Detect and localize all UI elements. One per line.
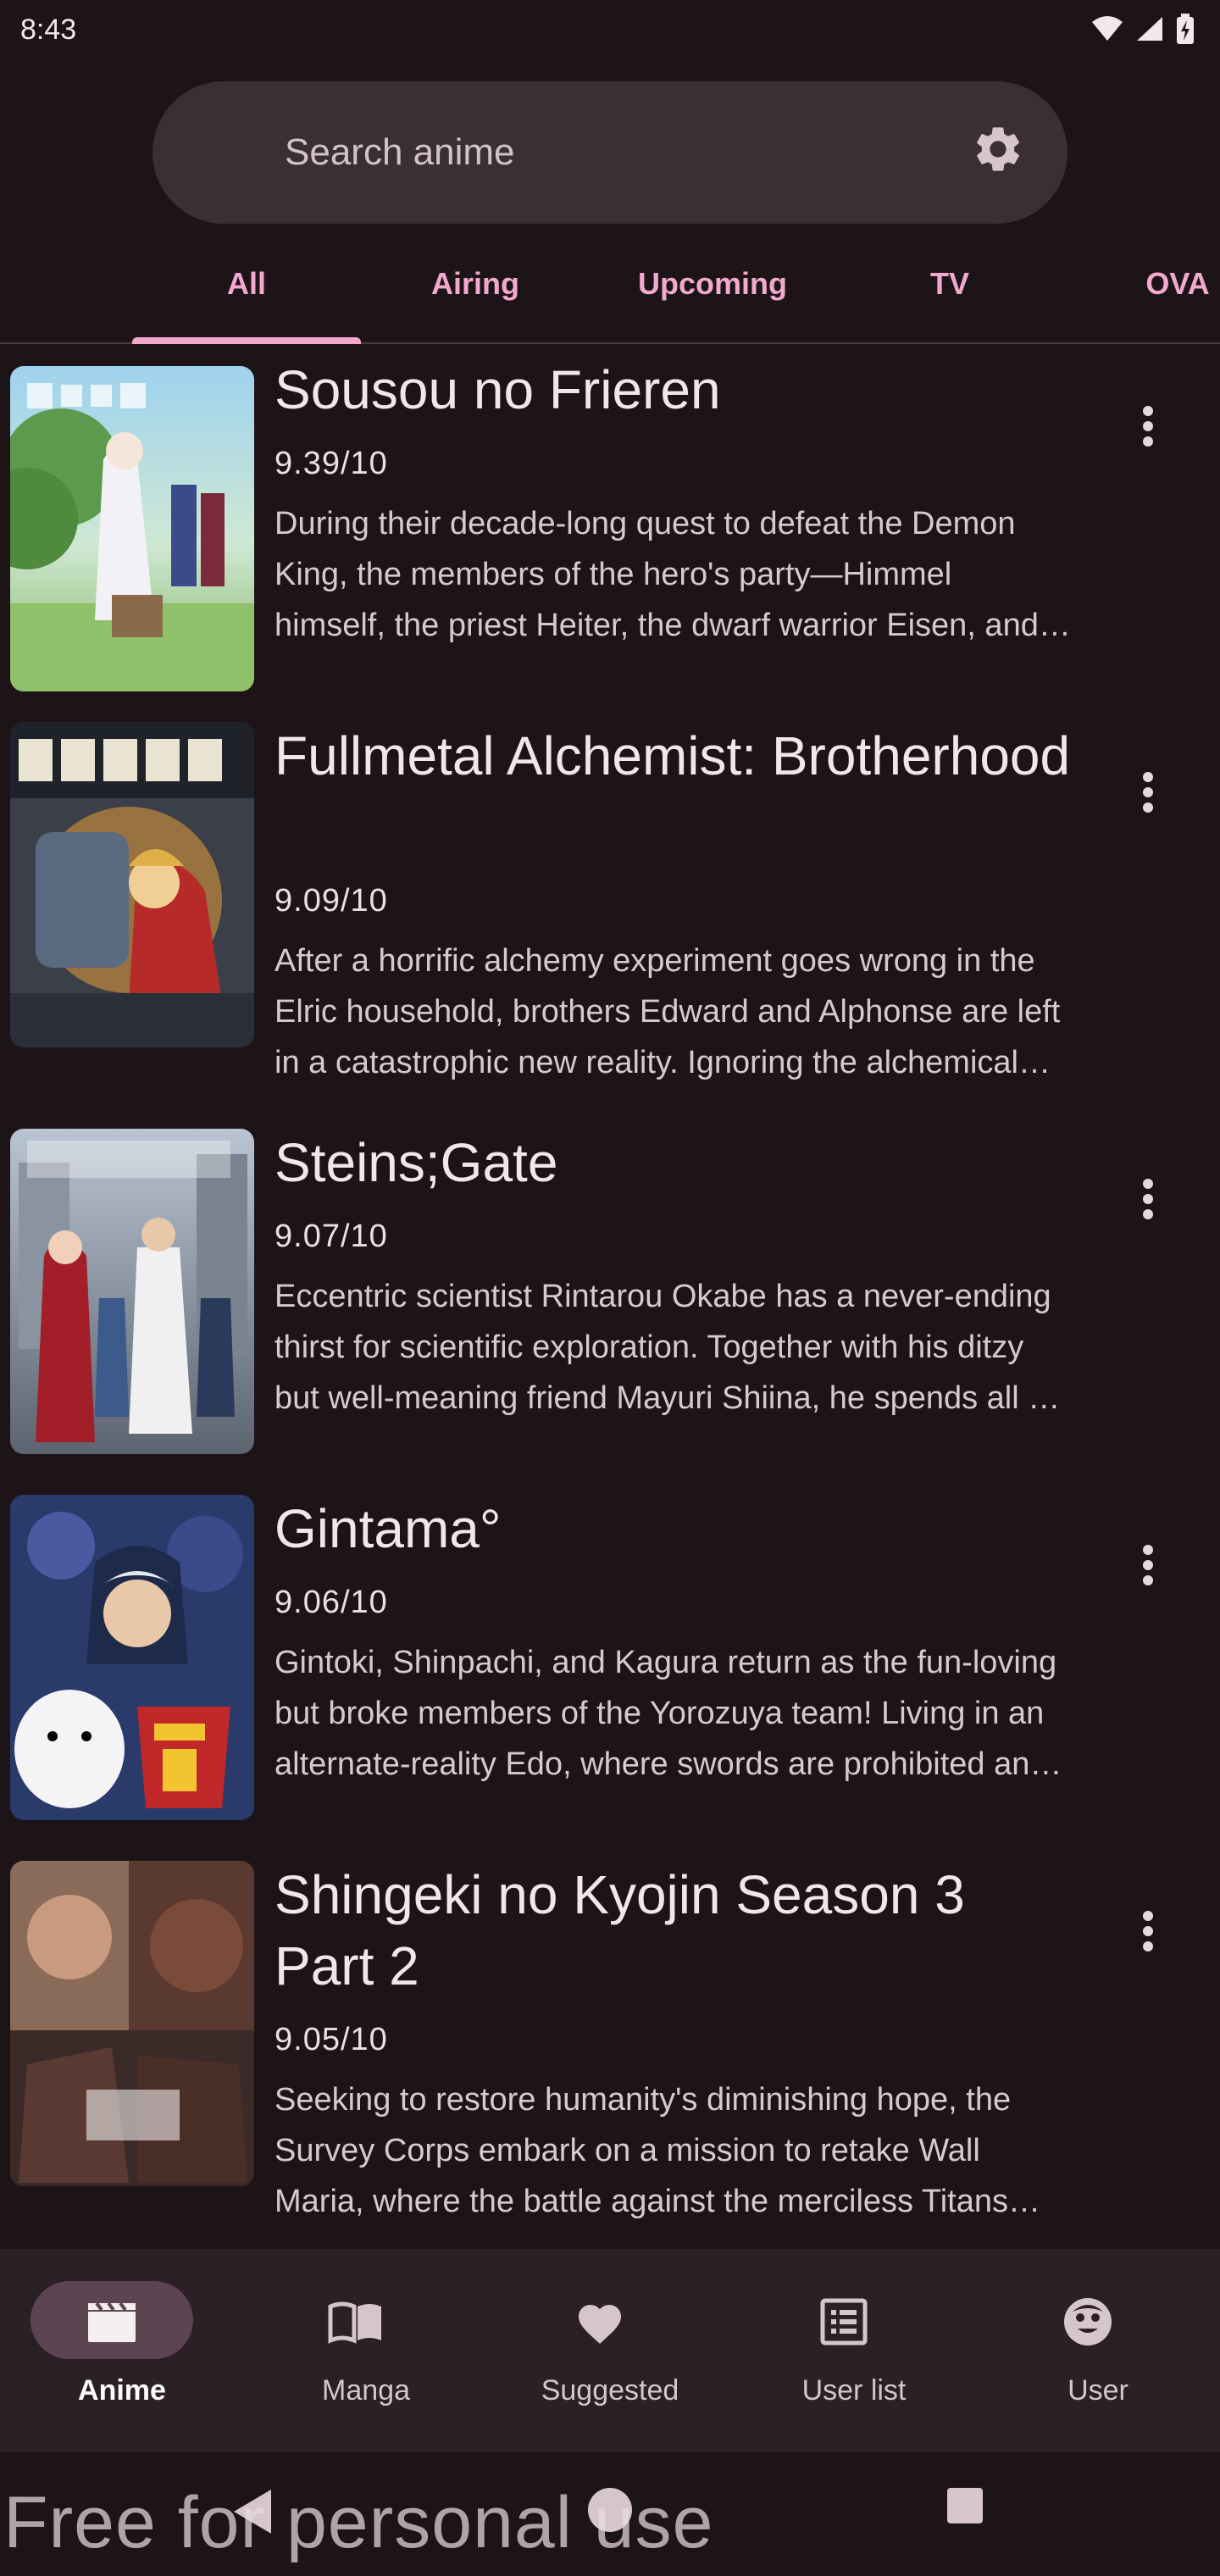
more-options-button[interactable] [1118,764,1178,824]
anime-cover-image[interactable] [10,1861,254,2186]
anime-title[interactable]: Shingeki no Kyojin Season 3 Part 2 [274,1859,1071,2001]
anime-list[interactable]: Sousou no Frieren 9.39/10 During their d… [0,346,1220,2249]
anime-score: 9.05/10 [274,2022,388,2057]
more-options-button[interactable] [1118,1537,1178,1596]
anime-list-item[interactable]: Steins;Gate 9.07/10 Eccentric scientist … [0,1129,1220,1495]
more-options-button[interactable] [1118,398,1178,458]
search-input[interactable] [285,81,929,224]
clapperboard-icon [81,2291,142,2352]
watermark-text: Free for personal use [3,2482,714,2563]
tab-all[interactable]: All [132,246,361,344]
anime-synopsis: Eccentric scientist Rintarou Okabe has a… [274,1279,1069,1416]
book-icon [325,2291,386,2352]
anime-title[interactable]: Steins;Gate [274,1127,1071,1198]
anime-synopsis: Seeking to restore humanity's diminishin… [274,2082,1012,2219]
tab-airing[interactable]: Airing [361,246,590,344]
tab-active-indicator [132,337,361,344]
gear-icon [971,122,1025,180]
anime-cover-image[interactable] [10,366,254,691]
more-vertical-icon [1141,770,1155,819]
anime-list-item[interactable]: Fullmetal Alchemist: Brotherhood 9.09/10… [0,722,1220,1129]
anime-score: 9.06/10 [274,1585,388,1620]
anime-cover-image[interactable] [10,1495,254,1820]
more-options-button[interactable] [1118,1171,1178,1230]
anime-score: 9.07/10 [274,1219,388,1254]
more-options-button[interactable] [1118,1903,1178,1963]
anime-synopsis: Gintoki, Shinpachi, and Kagura return as… [274,1645,1057,1782]
signal-icon [1135,15,1164,42]
anime-synopsis: After a horrific alchemy experiment goes… [274,943,1061,1080]
anime-list-item[interactable]: Gintama° 9.06/10 Gintoki, Shinpachi, and… [0,1495,1220,1861]
more-vertical-icon [1141,1909,1155,1957]
status-bar: 8:43 [0,0,1220,64]
tab-tv[interactable]: TV [835,246,1064,344]
more-vertical-icon [1141,1177,1155,1225]
search-bar[interactable] [152,81,1068,224]
bottom-navigation: Anime Manga Suggested User list User [0,2249,1220,2452]
settings-button[interactable] [966,119,1030,183]
anime-cover-image[interactable] [10,722,254,1047]
heart-icon [569,2291,630,2352]
anime-score: 9.39/10 [274,446,388,481]
more-vertical-icon [1141,1543,1155,1591]
nav-label-suggested: Suggested [541,2374,679,2407]
nav-label-user: User [1068,2374,1128,2407]
face-icon [1057,2291,1118,2352]
anime-title[interactable]: Fullmetal Alchemist: Brotherhood [274,720,1071,791]
recents-icon[interactable] [946,2486,984,2529]
nav-item-manga[interactable]: Manga [244,2249,488,2452]
wifi-icon [1091,15,1123,42]
tab-ova[interactable]: OVA [1093,246,1220,344]
tab-upcoming[interactable]: Upcoming [590,246,835,344]
nav-label-user-list: User list [801,2374,907,2407]
nav-item-user[interactable]: User [976,2249,1220,2452]
more-vertical-icon [1141,404,1155,452]
nav-item-user-list[interactable]: User list [732,2249,976,2452]
anime-cover-image[interactable] [10,1129,254,1454]
nav-item-anime[interactable]: Anime [0,2249,244,2452]
category-tabs: All Airing Upcoming TV OVA [0,246,1220,344]
anime-title[interactable]: Sousou no Frieren [274,354,1071,425]
anime-title[interactable]: Gintama° [274,1493,1071,1564]
battery-icon [1176,14,1195,44]
anime-list-item[interactable]: Shingeki no Kyojin Season 3 Part 2 9.05/… [0,1861,1220,2249]
nav-label-manga: Manga [322,2374,410,2407]
anime-score: 9.09/10 [274,883,388,919]
anime-list-item[interactable]: Sousou no Frieren 9.39/10 During their d… [0,356,1220,712]
status-icons [1091,14,1195,44]
anime-synopsis: During their decade-long quest to defeat… [274,506,1039,643]
nav-label-anime: Anime [78,2374,166,2407]
nav-item-suggested[interactable]: Suggested [488,2249,732,2452]
list-icon [813,2291,874,2352]
status-time: 8:43 [20,14,77,46]
